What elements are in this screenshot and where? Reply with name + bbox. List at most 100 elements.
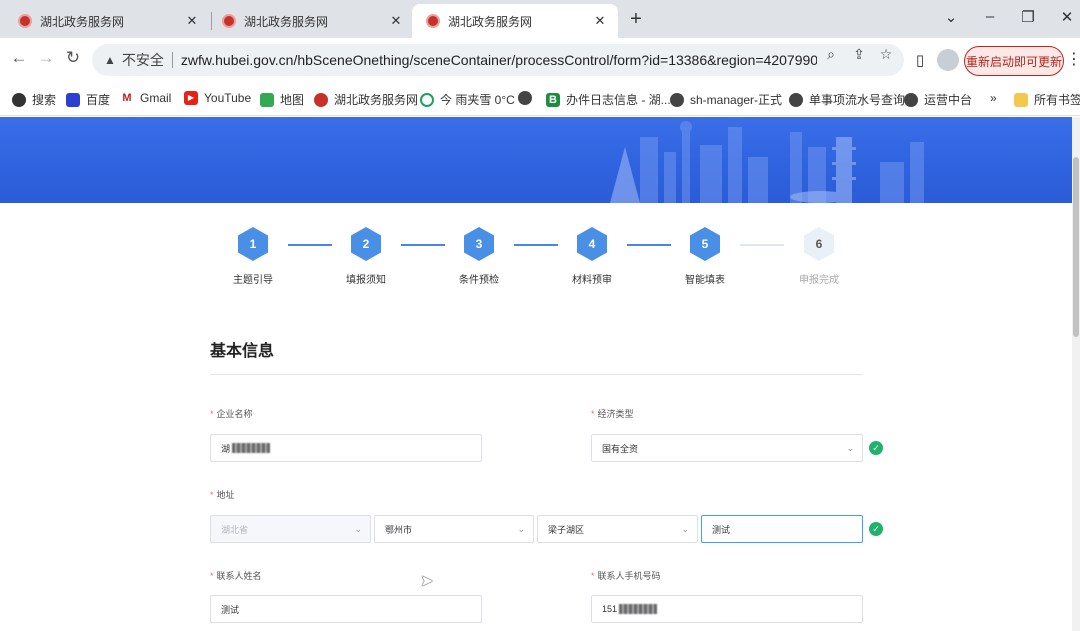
province-select[interactable]: 湖北省 ⌄ <box>210 515 371 543</box>
weather-icon <box>420 92 434 107</box>
security-status[interactable]: 不安全 <box>122 50 164 70</box>
step-1-badge: 1 <box>238 227 268 261</box>
youtube-icon: ▶ <box>184 91 198 105</box>
chevron-down-icon: ⌄ <box>517 524 525 534</box>
new-tab-button[interactable]: + <box>626 8 646 31</box>
company-name-input[interactable]: 湖 <box>210 434 482 462</box>
search-pin-icon <box>12 92 26 107</box>
restart-update-button[interactable]: 重新启动即可更新 <box>964 46 1064 76</box>
contact-phone-label: * 联系人手机号码 <box>591 571 661 581</box>
forward-button[interactable]: → <box>35 48 57 68</box>
company-name-label: * 企业名称 <box>210 409 253 419</box>
step-3-label: 条件预检 <box>459 275 499 286</box>
bookmark-serial-query[interactable]: 单事项流水号查询 <box>789 91 905 108</box>
page-content: 1 2 3 4 5 6 主题引导 填报须知 条件预检 材料预审 智能填表 申报完… <box>0 117 1080 631</box>
zoom-search-icon[interactable]: ⌕ <box>822 46 840 63</box>
divider <box>171 52 173 68</box>
tab-search-dropdown-icon[interactable]: ⌄ <box>941 8 961 26</box>
step-4-badge: 4 <box>577 227 607 261</box>
valid-check-icon: ✓ <box>869 522 883 536</box>
tab-title: 湖北政务服务网 <box>40 14 125 29</box>
mouse-cursor-icon: ➤ <box>420 573 434 590</box>
b-icon: B <box>546 92 560 107</box>
profile-avatar[interactable] <box>937 49 959 71</box>
economy-type-select[interactable]: 国有全资 ⌄ <box>591 434 863 462</box>
step-3-badge: 3 <box>464 227 494 261</box>
folder-icon <box>1014 92 1028 107</box>
close-tab-icon[interactable]: ✕ <box>592 13 608 29</box>
all-bookmarks-folder[interactable]: 所有书签 <box>1014 91 1080 108</box>
browser-tab-1[interactable]: 湖北政务服务网 ✕ <box>4 4 210 38</box>
hubei-gov-favicon-icon <box>426 14 440 28</box>
step-connector <box>401 244 445 246</box>
browser-toolbar: ← → ↻ ▲ 不安全 zwfw.hubei.gov.cn/hbSceneOne… <box>0 38 1080 82</box>
globe-icon <box>670 92 684 107</box>
step-connector <box>288 244 332 246</box>
close-tab-icon[interactable]: ✕ <box>388 13 404 29</box>
contact-name-input[interactable]: 测试 <box>210 595 482 623</box>
address-bar[interactable]: ▲ 不安全 zwfw.hubei.gov.cn/hbSceneOnething/… <box>92 44 904 76</box>
bookmarks-bar: 搜索 百度 M Gmail ▶ YouTube 地图 湖北政务服务网 今 雨夹雪 0… <box>0 82 1080 116</box>
section-title: 基本信息 <box>210 343 275 360</box>
step-4-label: 材料预审 <box>572 275 612 286</box>
close-tab-icon[interactable]: ✕ <box>184 13 200 29</box>
browser-menu-icon[interactable]: ⋮ <box>1066 49 1080 69</box>
bookmark-globe[interactable] <box>518 91 538 105</box>
section-divider <box>210 374 863 375</box>
chevron-down-icon: ⌄ <box>846 443 854 453</box>
step-2-label: 填报须知 <box>346 275 386 286</box>
globe-icon <box>904 92 918 107</box>
step-2-badge: 2 <box>351 227 381 261</box>
step-5-badge: 5 <box>690 227 720 261</box>
close-window-button[interactable]: ✕ <box>1057 8 1077 26</box>
bookmark-sh-manager[interactable]: sh-manager-正式 <box>670 91 782 108</box>
globe-icon <box>518 91 532 105</box>
valid-check-icon: ✓ <box>869 441 883 455</box>
side-panel-icon[interactable]: ▯ <box>910 51 930 69</box>
share-icon[interactable]: ⇪ <box>850 46 868 63</box>
contact-name-label: * 联系人姓名 <box>210 571 262 581</box>
city-skyline-illustration <box>610 121 924 203</box>
tab-title: 湖北政务服务网 <box>448 14 533 29</box>
bookmark-maps[interactable]: 地图 <box>260 91 304 108</box>
bookmark-work-log[interactable]: B 办件日志信息 - 湖... <box>546 91 671 108</box>
tab-title: 湖北政务服务网 <box>244 14 329 29</box>
city-select[interactable]: 鄂州市 ⌄ <box>374 515 534 543</box>
bookmark-gmail[interactable]: M Gmail <box>120 91 171 105</box>
globe-icon <box>789 92 803 107</box>
tab-strip: 湖北政务服务网 ✕ 湖北政务服务网 ✕ 湖北政务服务网 ✕ + ⌄ – ❐ ✕ <box>0 0 1080 38</box>
hubei-gov-favicon-icon <box>18 14 32 28</box>
chevron-down-icon: ⌄ <box>354 524 362 534</box>
hubei-gov-favicon-icon <box>222 14 236 28</box>
browser-tab-2[interactable]: 湖北政务服务网 ✕ <box>208 4 414 38</box>
reload-button[interactable]: ↻ <box>62 48 84 68</box>
address-detail-input[interactable]: 测试 <box>701 515 863 543</box>
redacted-text <box>619 604 658 614</box>
warning-triangle-icon[interactable]: ▲ <box>104 53 116 67</box>
step-6-badge: 6 <box>804 227 834 261</box>
maps-icon <box>260 92 274 107</box>
bookmark-baidu[interactable]: 百度 <box>66 91 110 108</box>
step-6-label: 申报完成 <box>799 275 839 286</box>
restore-button[interactable]: ❐ <box>1018 8 1038 26</box>
minimize-button[interactable]: – <box>980 8 1000 25</box>
bookmark-star-icon[interactable]: ☆ <box>877 46 895 63</box>
step-connector <box>514 244 558 246</box>
contact-phone-input[interactable]: 151 <box>591 595 863 623</box>
bookmark-search[interactable]: 搜索 <box>12 91 56 108</box>
redacted-text <box>232 443 271 453</box>
scrollbar-thumb[interactable] <box>1073 157 1079 337</box>
step-connector <box>627 244 671 246</box>
step-1-label: 主题引导 <box>233 275 273 286</box>
chevron-down-icon: ⌄ <box>681 524 689 534</box>
bookmark-weather[interactable]: 今 雨夹雪 0°C <box>420 91 515 108</box>
district-select[interactable]: 梁子湖区 ⌄ <box>537 515 698 543</box>
browser-tab-3-active[interactable]: 湖北政务服务网 ✕ <box>412 4 618 38</box>
more-bookmarks-button[interactable]: » <box>990 91 997 105</box>
header-banner <box>0 117 1072 203</box>
back-button[interactable]: ← <box>8 48 30 68</box>
bookmark-hubei-gov[interactable]: 湖北政务服务网 <box>314 91 418 108</box>
url-text[interactable]: zwfw.hubei.gov.cn/hbSceneOnething/sceneC… <box>181 52 817 68</box>
bookmark-youtube[interactable]: ▶ YouTube <box>184 91 251 105</box>
bookmark-ops-center[interactable]: 运营中台 <box>904 91 972 108</box>
